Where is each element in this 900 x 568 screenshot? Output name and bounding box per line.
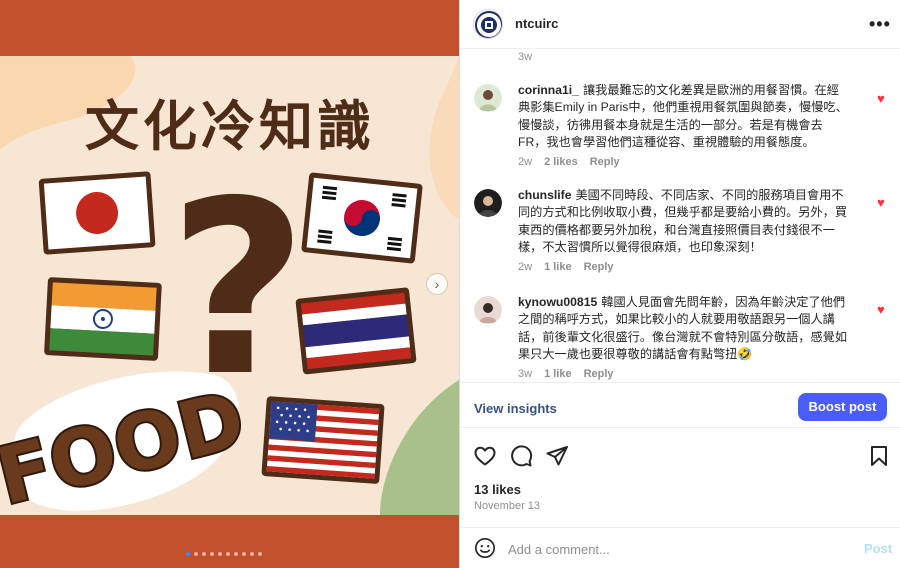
bookmark-icon[interactable] (867, 444, 891, 468)
profile-avatar[interactable] (473, 9, 503, 39)
comment-meta: 2w 1 like Reply (518, 261, 626, 273)
comment-like-heart-icon[interactable]: ♥ (877, 195, 885, 210)
comments-list[interactable]: corinna1i_ 讓我最難忘的文化差異是歐洲的用餐習慣。在經典影集Emily … (460, 62, 900, 382)
carousel-dot (258, 552, 262, 556)
carousel-dot (202, 552, 206, 556)
carousel-dot (250, 552, 254, 556)
comment-like-heart-icon[interactable]: ♥ (877, 302, 885, 317)
boost-post-button[interactable]: Boost post (798, 393, 887, 421)
profile-username[interactable]: ntcuirc (515, 16, 558, 31)
india-flag (44, 277, 162, 361)
comment-age: 3w (518, 368, 533, 380)
post-image-title: 文化冷知識 (85, 95, 375, 158)
chevron-right-icon: › (434, 276, 440, 292)
comment-age: 2w (518, 156, 533, 168)
comment-username[interactable]: chunslife (518, 188, 572, 202)
insights-bar: View insights Boost post (460, 382, 900, 428)
post-date: November 13 (474, 500, 541, 512)
post-side-panel: ntcuirc ••• 3w corinna1i_ 讓我最難忘的文化差異是歐洲的用… (459, 0, 900, 568)
reply-button[interactable]: Reply (584, 368, 614, 380)
post-image[interactable]: ? FOOD 文化冷知識 › (0, 0, 459, 568)
korea-flag (301, 172, 423, 264)
comment-likes[interactable]: 2 likes (544, 156, 578, 168)
send-icon[interactable] (545, 444, 569, 468)
comment-avatar[interactable] (474, 296, 502, 324)
reply-button[interactable]: Reply (584, 261, 614, 273)
add-comment-bar: Post (460, 527, 900, 568)
likes-count[interactable]: 13 likes (474, 482, 521, 497)
comment-icon[interactable] (509, 444, 533, 468)
post-header: ntcuirc ••• (460, 0, 900, 49)
carousel-indicator (186, 552, 262, 556)
heart-outline-icon[interactable] (473, 444, 497, 468)
comment-body: kynowu00815 韓國人見面會先問年齡，因為年齡決定了他們之間的稱呼方式，如… (518, 294, 848, 364)
carousel-next-button[interactable]: › (426, 273, 448, 295)
comment-likes[interactable]: 1 like (544, 261, 572, 273)
carousel-dot (226, 552, 230, 556)
carousel-dot (218, 552, 222, 556)
view-insights-link[interactable]: View insights (474, 401, 557, 416)
comment-body: chunslife 美國不同時段、不同店家、不同的服務項目會用不同的方式和比例收取… (518, 187, 848, 257)
comment-age: 2w (518, 261, 533, 273)
emoji-icon[interactable] (474, 537, 496, 559)
carousel-dot (242, 552, 246, 556)
carousel-dot (194, 552, 198, 556)
comment-meta: 3w 1 like Reply (518, 368, 626, 380)
post-actions (460, 440, 900, 472)
comment-body: corinna1i_ 讓我最難忘的文化差異是歐洲的用餐習慣。在經典影集Emily … (518, 82, 848, 152)
carousel-dot (210, 552, 214, 556)
comment-likes[interactable]: 1 like (544, 368, 572, 380)
comment-avatar[interactable] (474, 189, 502, 217)
comment-like-heart-icon[interactable]: ♥ (877, 91, 885, 106)
comment-username[interactable]: kynowu00815 (518, 295, 597, 309)
japan-flag (38, 171, 156, 255)
comment-username[interactable]: corinna1i_ (518, 83, 579, 97)
comment-input[interactable] (508, 539, 808, 559)
carousel-dot (234, 552, 238, 556)
reply-button[interactable]: Reply (590, 156, 620, 168)
comment-avatar[interactable] (474, 84, 502, 112)
carousel-dot (186, 552, 190, 556)
more-options-icon[interactable]: ••• (869, 14, 891, 35)
post-comment-button[interactable]: Post (864, 541, 892, 556)
thailand-flag (295, 287, 417, 375)
university-logo-icon (475, 11, 502, 38)
comment-meta: 2w 2 likes Reply (518, 156, 632, 168)
usa-flag (261, 396, 385, 484)
